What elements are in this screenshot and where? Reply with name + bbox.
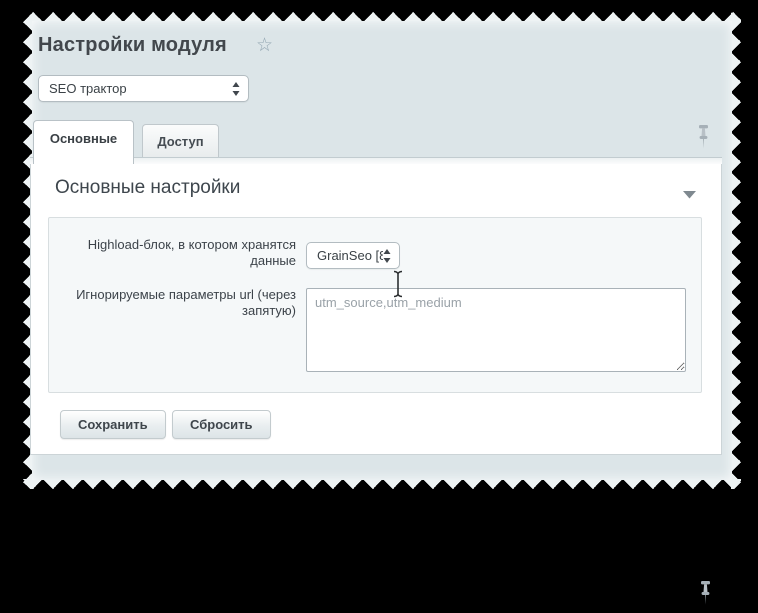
favorite-star-icon[interactable]: ☆ — [256, 34, 273, 57]
highload-block-select[interactable]: GrainSeo [8] — [306, 242, 400, 269]
save-button[interactable]: Сохранить — [60, 410, 166, 439]
tab-access-label: Доступ — [157, 134, 203, 149]
tab-main-label: Основные — [50, 131, 117, 146]
highload-block-select-value: GrainSeo [8] — [307, 248, 383, 263]
up-down-stepper-icon — [232, 82, 240, 96]
module-select-value: SEO трактор — [39, 81, 232, 96]
pin-icon[interactable] — [696, 124, 711, 157]
module-select[interactable]: SEO трактор — [38, 75, 249, 102]
screenshot-background: Настройки модуля ☆ SEO трактор Основные … — [0, 0, 758, 505]
settings-fieldset: Highload-блок, в котором хранятся данные… — [48, 217, 702, 393]
section-title: Основные настройки — [55, 177, 240, 199]
settings-page: Настройки модуля ☆ SEO трактор Основные … — [23, 12, 741, 489]
tab-main[interactable]: Основные — [33, 120, 134, 164]
pin-icon[interactable] — [698, 580, 713, 613]
settings-panel: Основные настройки Highload-блок, в кото… — [30, 164, 722, 455]
ignored-url-params-textarea[interactable]: utm_source,utm_medium — [306, 288, 686, 372]
field-label-ignored-url-params: Игнорируемые параметры url (через запяту… — [59, 287, 296, 319]
chevron-down-icon[interactable] — [683, 191, 696, 199]
up-down-stepper-icon — [383, 249, 391, 263]
reset-button[interactable]: Сбросить — [172, 410, 271, 439]
page-title: Настройки модуля — [38, 34, 227, 57]
text-ibeam-cursor — [392, 270, 404, 298]
field-label-highload-block: Highload-блок, в котором хранятся данные — [59, 237, 296, 269]
tab-access[interactable]: Доступ — [142, 124, 219, 157]
